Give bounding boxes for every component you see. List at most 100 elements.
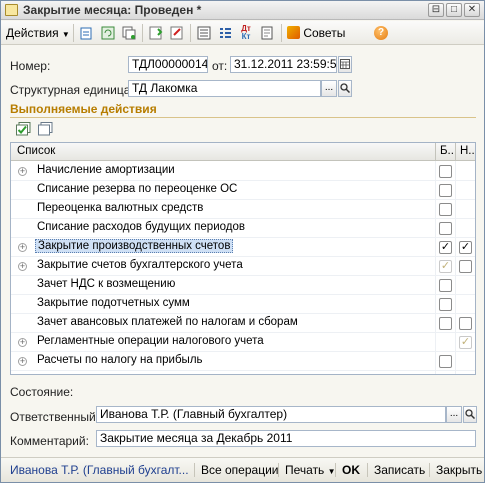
responsible-label: Ответственный:	[10, 410, 100, 424]
ok-button[interactable]: OK	[342, 463, 360, 477]
tips-label: Советы	[303, 26, 346, 40]
responsible-field[interactable]: Иванова Т.Р. (Главный бухгалтер)	[96, 406, 446, 423]
table-row[interactable]: + Закрытие производственных счетов ✓ ✓	[11, 238, 475, 257]
footer-divider	[367, 463, 368, 477]
b-checkbox[interactable]	[439, 184, 452, 197]
table-row[interactable]: + Регламентные операции налогового учета ✓	[11, 333, 475, 352]
row-label: Начисление амортизации	[37, 164, 175, 176]
unpost-icon[interactable]	[168, 24, 186, 42]
b-checkbox[interactable]	[439, 203, 452, 216]
help-button[interactable]: ?	[372, 24, 390, 42]
n-checkbox[interactable]	[459, 260, 472, 273]
close-window-button[interactable]: ✕	[464, 3, 480, 17]
toolbar: Действия ▼ Дт Кт Советы ?	[1, 21, 484, 45]
comment-field[interactable]: Закрытие месяца за Декабрь 2011	[96, 430, 476, 447]
report-icon[interactable]	[258, 24, 276, 42]
responsible-select-button[interactable]: ...	[446, 406, 462, 423]
maximize-button[interactable]: □	[446, 3, 462, 17]
unit-label: Структурная единица:	[10, 83, 134, 97]
toolbar-divider	[73, 24, 74, 42]
table-row[interactable]: + Закрытие счетов бухгалтерского учета ✓	[11, 257, 475, 276]
n-checkbox[interactable]: ✓	[459, 241, 472, 254]
row-label: Переоценка валютных средств	[37, 202, 204, 214]
state-label: Состояние:	[10, 385, 74, 399]
document-window: Закрытие месяца: Проведен * ⊟ □ ✕ Действ…	[0, 0, 485, 483]
tips-icon	[287, 26, 300, 39]
table-row[interactable]: Закрытие подотчетных сумм	[11, 295, 475, 314]
row-label: Закрытие счетов бухгалтерского учета	[37, 259, 243, 271]
uncheck-all-button[interactable]	[38, 122, 54, 136]
actions-label: Действия	[6, 26, 59, 40]
b-checkbox[interactable]: ✓	[439, 260, 452, 273]
chevron-down-icon: ▼	[61, 30, 70, 39]
section-title: Выполняемые действия	[10, 102, 476, 118]
responsible-search-button[interactable]	[463, 406, 477, 423]
table-row[interactable]: Переоценка валютных средств	[11, 200, 475, 219]
restore-button[interactable]: ⊟	[428, 3, 444, 17]
b-checkbox[interactable]	[439, 298, 452, 311]
n-checkbox[interactable]	[459, 317, 472, 330]
n-checkbox[interactable]: ✓	[459, 336, 472, 349]
print-button[interactable]: Печать ▼	[285, 463, 336, 477]
table-row[interactable]: + Начисление амортизации	[11, 162, 475, 181]
tree-icon[interactable]	[216, 24, 234, 42]
table-row[interactable]: Списание резерва по переоценке ОС	[11, 181, 475, 200]
unit-field[interactable]: ТД Лакомка	[128, 80, 321, 97]
save-icon[interactable]	[147, 24, 165, 42]
title-bar[interactable]: Закрытие месяца: Проведен * ⊟ □ ✕	[1, 1, 484, 20]
b-checkbox[interactable]	[439, 355, 452, 368]
expand-icon[interactable]: +	[18, 262, 27, 271]
row-label: Зачет НДС к возмещению	[37, 278, 176, 290]
refresh-icon[interactable]	[99, 24, 117, 42]
b-checkbox[interactable]	[439, 279, 452, 292]
document-icon	[5, 4, 18, 16]
copy-icon[interactable]	[120, 24, 138, 42]
footer-divider	[278, 463, 279, 477]
unit-select-button[interactable]: ...	[321, 80, 337, 97]
responsible-link[interactable]: Иванова Т.Р. (Главный бухгалт...	[10, 463, 189, 477]
number-field[interactable]: ТДЛ00000014	[128, 56, 208, 73]
footer-bar: Иванова Т.Р. (Главный бухгалт... Все опе…	[1, 457, 484, 482]
unit-search-button[interactable]	[338, 80, 352, 97]
row-label: Закрытие подотчетных сумм	[37, 297, 190, 309]
table-row[interactable]: Зачет НДС к возмещению	[11, 276, 475, 295]
table-row[interactable]: + Расчеты по налогу на прибыль	[11, 352, 475, 371]
row-label: Закрытие производственных счетов	[35, 239, 234, 253]
save-button[interactable]: Записать	[374, 463, 425, 477]
row-label: Списание резерва по переоценке ОС	[37, 183, 238, 195]
actions-menu[interactable]: Действия ▼	[6, 24, 70, 42]
col-n-header[interactable]: Н..	[460, 145, 475, 157]
search-icon	[340, 83, 351, 94]
date-field[interactable]: 31.12.2011 23:59:59	[230, 56, 337, 73]
expand-icon[interactable]: +	[18, 167, 27, 176]
col-list-header[interactable]: Список	[17, 145, 55, 157]
table-header: Список Б.. Н..	[11, 143, 475, 161]
expand-icon[interactable]: +	[18, 243, 27, 252]
dt-kt-icon[interactable]: Дт Кт	[237, 24, 255, 42]
column-divider	[435, 143, 436, 161]
check-all-button[interactable]	[16, 122, 32, 136]
print-label: Печать	[285, 463, 325, 477]
col-b-header[interactable]: Б..	[440, 145, 454, 157]
b-checkbox[interactable]	[439, 222, 452, 235]
calendar-button[interactable]	[338, 56, 352, 73]
b-checkbox[interactable]	[439, 317, 452, 330]
all-operations-button[interactable]: Все операции	[201, 463, 278, 477]
b-checkbox[interactable]: ✓	[439, 241, 452, 254]
toolbar-divider	[190, 24, 191, 42]
expand-icon[interactable]: +	[18, 357, 27, 366]
list-icon[interactable]	[195, 24, 213, 42]
tips-button[interactable]: Советы	[287, 24, 345, 42]
actions-table[interactable]: Список Б.. Н.. + Начисление амортизации Сп…	[10, 142, 476, 375]
close-button[interactable]: Закрыть	[436, 463, 482, 477]
row-label: Зачет авансовых платежей по налогам и сб…	[37, 316, 298, 328]
expand-icon[interactable]: +	[18, 338, 27, 347]
b-checkbox[interactable]	[439, 165, 452, 178]
table-row[interactable]: Списание расходов будущих периодов	[11, 219, 475, 238]
comment-label: Комментарий:	[10, 434, 89, 448]
post-icon[interactable]	[78, 24, 96, 42]
search-icon	[465, 409, 476, 420]
table-row[interactable]: Зачет авансовых платежей по налогам и сб…	[11, 314, 475, 333]
calendar-icon	[340, 59, 350, 69]
row-label: Регламентные операции налогового учета	[37, 335, 264, 347]
